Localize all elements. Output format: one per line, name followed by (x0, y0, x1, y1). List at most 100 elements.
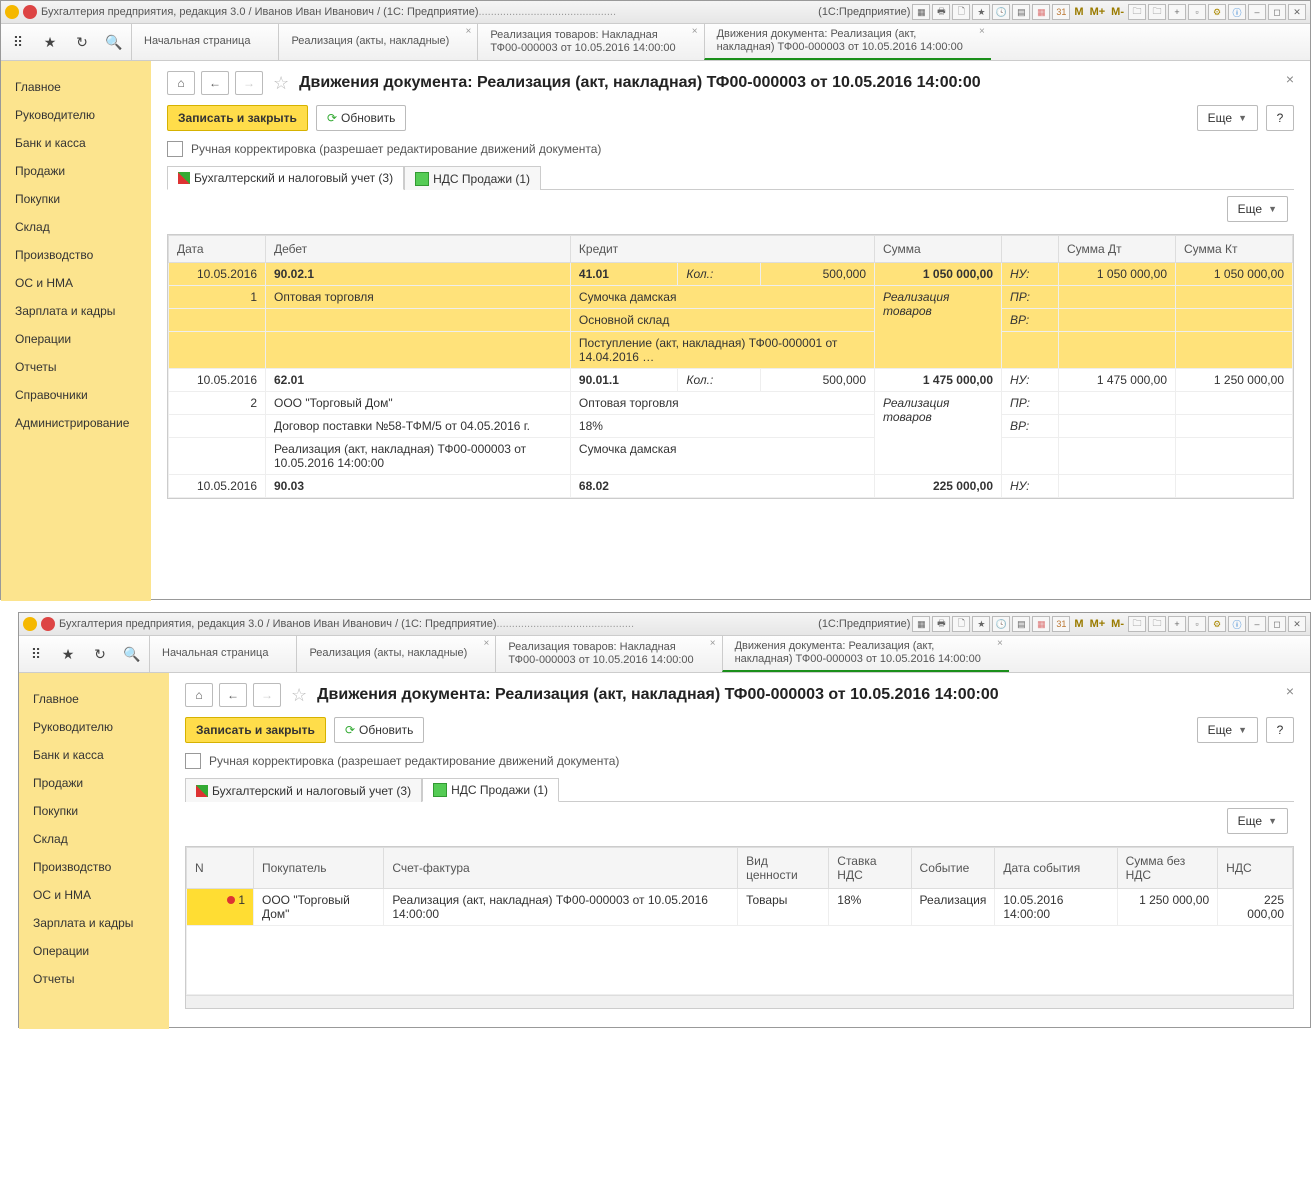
star-icon[interactable]: ★ (41, 33, 59, 51)
manual-edit-checkbox[interactable] (185, 753, 201, 769)
info-icon[interactable]: ⓘ (1228, 616, 1246, 632)
col-sum[interactable]: Сумма без НДС (1117, 848, 1218, 889)
col-tag[interactable] (1002, 236, 1059, 263)
minimize-icon[interactable]: – (1248, 4, 1266, 20)
forward-icon[interactable]: → (253, 683, 281, 707)
sidebar-item[interactable]: Производство (1, 241, 151, 269)
col-rate[interactable]: Ставка НДС (829, 848, 911, 889)
tool-btn[interactable]: ▤ (1012, 4, 1030, 20)
tool-btn[interactable]: 🕓 (992, 4, 1010, 20)
col-sum[interactable]: Сумма (875, 236, 1002, 263)
tool-btn[interactable]: ▦ (912, 4, 930, 20)
tool-btn[interactable]: 🖶 (932, 616, 950, 632)
sidebar-item[interactable]: Зарплата и кадры (19, 909, 169, 937)
info-icon[interactable]: ⓘ (1228, 4, 1246, 20)
horizontal-scrollbar[interactable] (186, 995, 1293, 1008)
search-icon[interactable]: 🔍 (105, 33, 123, 51)
calendar-icon[interactable]: 31 (1052, 616, 1070, 632)
tab-realization-list[interactable]: Реализация (акты, накладные)× (296, 636, 495, 672)
sidebar-item[interactable]: Руководителю (19, 713, 169, 741)
history-icon[interactable]: ↻ (91, 645, 109, 663)
grid-more-button[interactable]: Еще▼ (1227, 808, 1288, 834)
apps-icon[interactable]: ⠿ (9, 33, 27, 51)
tool-btn[interactable]: + (1168, 4, 1186, 20)
history-icon[interactable]: ↻ (73, 33, 91, 51)
tab-start[interactable]: Начальная страница (131, 24, 278, 60)
col-sum-dt[interactable]: Сумма Дт (1059, 236, 1176, 263)
tool-btn[interactable]: ▫ (1188, 4, 1206, 20)
grid-row[interactable]: 2 ООО "Торговый Дом" Оптовая торговля Ре… (169, 392, 1293, 415)
page-close-icon[interactable]: × (1286, 71, 1294, 87)
back-icon[interactable]: ← (201, 71, 229, 95)
sidebar-item[interactable]: Производство (19, 853, 169, 881)
home-icon[interactable]: ⌂ (185, 683, 213, 707)
col-event[interactable]: Событие (911, 848, 995, 889)
home-icon[interactable]: ⌂ (167, 71, 195, 95)
tool-btn[interactable]: ▦ (912, 616, 930, 632)
tab-movements[interactable]: Движения документа: Реализация (акт,накл… (704, 24, 991, 60)
sidebar-item[interactable]: ОС и НМА (19, 881, 169, 909)
tool-btn[interactable]: ⚙ (1208, 616, 1226, 632)
grid-row[interactable]: Договор поставки №58-ТФМ/5 от 04.05.2016… (169, 415, 1293, 438)
grid-row[interactable]: 1 Оптовая торговля Сумочка дамская Реали… (169, 286, 1293, 309)
subtab-accounting[interactable]: Бухгалтерский и налоговый учет (3) (185, 778, 422, 802)
more-button[interactable]: Еще▼ (1197, 717, 1258, 743)
col-n[interactable]: N (187, 848, 254, 889)
calc-icon[interactable]: ▦ (1032, 616, 1050, 632)
col-type[interactable]: Вид ценности (738, 848, 829, 889)
tool-btn[interactable]: ▫ (1188, 616, 1206, 632)
grid-row[interactable]: 10.05.2016 90.03 68.02 225 000,00 НУ: (169, 475, 1293, 498)
sidebar-item[interactable]: Справочники (1, 381, 151, 409)
grid-row[interactable]: 10.05.2016 90.02.1 41.01 Кол.: 500,000 1… (169, 263, 1293, 286)
col-invoice[interactable]: Счет-фактура (384, 848, 738, 889)
grid-more-button[interactable]: Еще▼ (1227, 196, 1288, 222)
close-icon[interactable]: ✕ (1288, 616, 1306, 632)
refresh-button[interactable]: ⟳Обновить (316, 105, 406, 131)
tool-btn[interactable]: 🗀 (1128, 4, 1146, 20)
sidebar-item[interactable]: Продажи (19, 769, 169, 797)
sidebar-item[interactable]: Главное (1, 73, 151, 101)
tool-btn[interactable]: 🗋 (952, 4, 970, 20)
close-icon[interactable]: ✕ (1288, 4, 1306, 20)
save-close-button[interactable]: Записать и закрыть (167, 105, 308, 131)
tab-realization-doc[interactable]: Реализация товаров: НакладнаяТФ00-000003… (495, 636, 721, 672)
grid-row[interactable]: 1 ООО "Торговый Дом" Реализация (акт, на… (187, 889, 1293, 926)
subtab-vat[interactable]: НДС Продажи (1) (422, 778, 559, 802)
sidebar-item[interactable]: Операции (19, 937, 169, 965)
m-btn[interactable]: M (1074, 6, 1083, 18)
sidebar-item[interactable]: ОС и НМА (1, 269, 151, 297)
col-sum-kt[interactable]: Сумма Кт (1176, 236, 1293, 263)
tab-close-icon[interactable]: × (710, 638, 716, 650)
grid-row[interactable]: 10.05.2016 62.01 90.01.1 Кол.: 500,000 1… (169, 369, 1293, 392)
sidebar-item[interactable]: Банк и касса (19, 741, 169, 769)
m-plus-btn[interactable]: M+ (1090, 618, 1106, 630)
calendar-icon[interactable]: 31 (1052, 4, 1070, 20)
m-plus-btn[interactable]: M+ (1090, 6, 1106, 18)
m-minus-btn[interactable]: M- (1111, 6, 1124, 18)
tab-close-icon[interactable]: × (465, 26, 471, 38)
sidebar-item[interactable]: Склад (19, 825, 169, 853)
help-button[interactable]: ? (1266, 717, 1294, 743)
sidebar-item[interactable]: Отчеты (19, 965, 169, 993)
tab-movements[interactable]: Движения документа: Реализация (акт,накл… (722, 636, 1009, 672)
page-close-icon[interactable]: × (1286, 683, 1294, 699)
more-button[interactable]: Еще▼ (1197, 105, 1258, 131)
tab-realization-list[interactable]: Реализация (акты, накладные)× (278, 24, 477, 60)
sidebar-item[interactable]: Главное (19, 685, 169, 713)
minimize-icon[interactable]: – (1248, 616, 1266, 632)
subtab-accounting[interactable]: Бухгалтерский и налоговый учет (3) (167, 166, 404, 190)
tool-btn[interactable]: ★ (972, 4, 990, 20)
sidebar-item[interactable]: Покупки (19, 797, 169, 825)
manual-edit-checkbox[interactable] (167, 141, 183, 157)
tool-btn[interactable]: 🗀 (1148, 4, 1166, 20)
tab-realization-doc[interactable]: Реализация товаров: НакладнаяТФ00-000003… (477, 24, 703, 60)
forward-icon[interactable]: → (235, 71, 263, 95)
tool-btn[interactable]: 🗋 (952, 616, 970, 632)
tab-close-icon[interactable]: × (997, 638, 1003, 650)
sidebar-item[interactable]: Администрирование (1, 409, 151, 437)
tool-btn[interactable]: 🗀 (1148, 616, 1166, 632)
tool-btn[interactable]: ★ (972, 616, 990, 632)
tab-close-icon[interactable]: × (979, 26, 985, 38)
favorite-icon[interactable]: ☆ (291, 685, 307, 706)
tool-btn[interactable]: 🕓 (992, 616, 1010, 632)
